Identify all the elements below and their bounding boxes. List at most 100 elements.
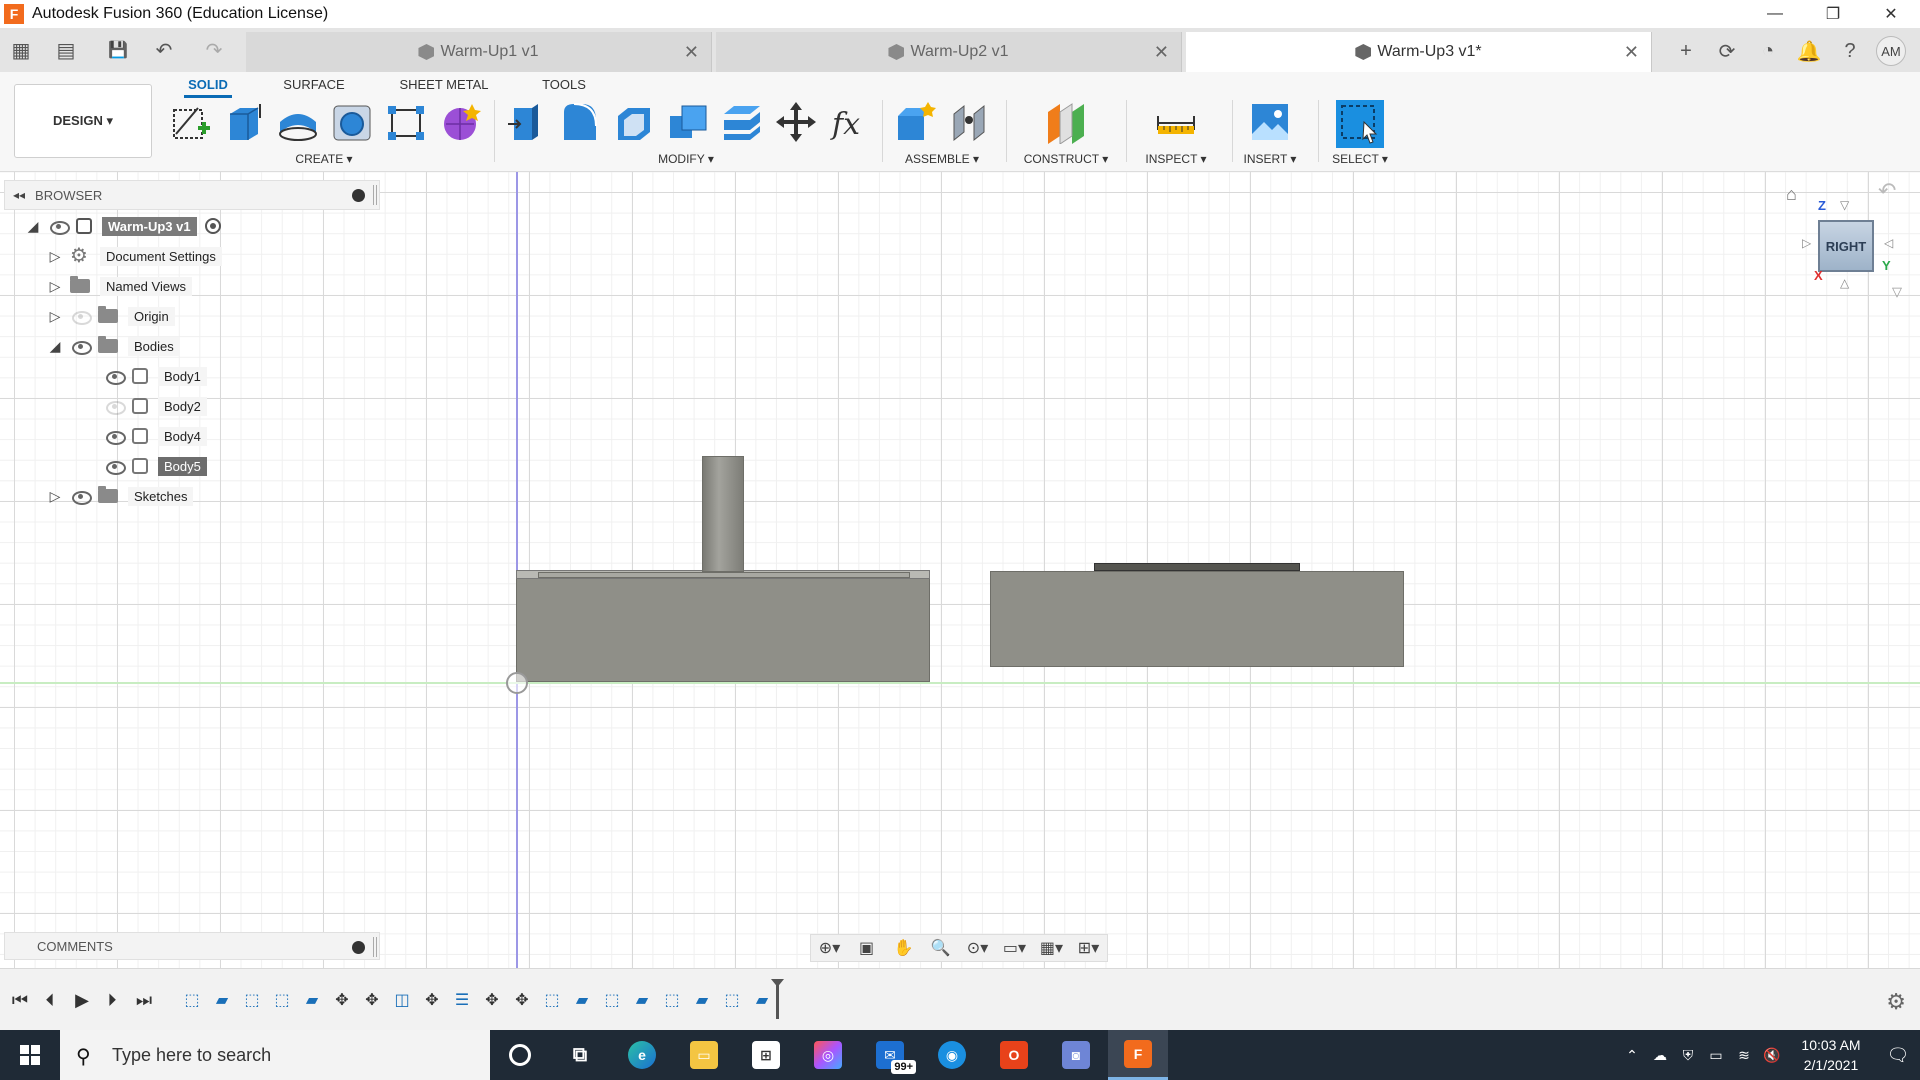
file-explorer-icon[interactable]: ▭ xyxy=(674,1030,734,1080)
arrow-right-icon[interactable]: ◁ xyxy=(1884,236,1893,250)
tree-item-document-settings[interactable]: ▷ ⚙ Document Settings xyxy=(48,244,222,268)
origin-point-icon[interactable] xyxy=(506,672,528,694)
select-group-label[interactable]: SELECT ▾ xyxy=(1332,152,1388,166)
tree-item-body2[interactable]: Body2 xyxy=(96,394,207,418)
fit-icon[interactable]: ⊙▾ xyxy=(964,938,992,958)
tree-item-sketches[interactable]: ▷ Sketches xyxy=(48,484,194,508)
activate-component-icon[interactable] xyxy=(204,218,221,234)
visibility-eye-icon[interactable] xyxy=(72,310,92,325)
pan-hand-icon[interactable]: ✋ xyxy=(890,938,918,958)
tab-solid[interactable]: SOLID xyxy=(184,74,232,98)
taskbar-search-box[interactable]: ⚲ Type here to search xyxy=(60,1030,490,1080)
viewports-icon[interactable]: ⊞▾ xyxy=(1075,938,1103,958)
assemble-group-label[interactable]: ASSEMBLE ▾ xyxy=(905,152,979,166)
add-comment-icon[interactable] xyxy=(352,941,365,954)
timeline-shell-icon[interactable]: ◫ xyxy=(390,989,414,1011)
panel-resize-grip[interactable] xyxy=(373,185,377,205)
close-window-button[interactable]: ✕ xyxy=(1862,0,1920,28)
timeline-marker-handle[interactable] xyxy=(776,983,779,1019)
zoom-icon[interactable]: 🔍 xyxy=(927,938,955,958)
timeline-first-icon[interactable]: ⏮ xyxy=(8,989,32,1011)
timeline-sketch-icon[interactable]: ⬚ xyxy=(660,989,684,1011)
select-tool-icon[interactable] xyxy=(1336,100,1384,148)
creative-cloud-icon[interactable]: ◎ xyxy=(798,1030,858,1080)
rotate-view-icon[interactable]: ↶ xyxy=(1878,178,1896,204)
timeline-sketch-icon[interactable]: ⬚ xyxy=(270,989,294,1011)
timeline-settings-gear-icon[interactable]: ⚙ xyxy=(1886,989,1906,1015)
tree-item-body4[interactable]: Body4 xyxy=(96,424,207,448)
browser-pin-icon[interactable] xyxy=(352,189,365,202)
onedrive-error-icon[interactable]: ☁ xyxy=(1646,1047,1674,1064)
new-component-icon[interactable] xyxy=(894,100,938,144)
body-cylinder[interactable] xyxy=(702,456,744,572)
joint-icon[interactable] xyxy=(948,100,992,144)
timeline-sketch-icon[interactable]: ⬚ xyxy=(240,989,264,1011)
data-panel-grid-icon[interactable]: ▦ xyxy=(8,36,34,64)
body-right-base[interactable] xyxy=(990,571,1404,667)
extensions-icon[interactable]: ⟳ xyxy=(1712,37,1742,65)
timeline-move-icon[interactable]: ✥ xyxy=(420,989,444,1011)
collapse-panel-icon[interactable]: ◂◂ xyxy=(13,188,25,202)
tree-item-bodies[interactable]: ◢ Bodies xyxy=(48,334,180,358)
tab-warm-up3[interactable]: Warm-Up3 v1* ✕ xyxy=(1186,32,1652,72)
tab-tools[interactable]: TOOLS xyxy=(536,74,592,98)
hole-icon[interactable] xyxy=(330,100,374,144)
press-pull-icon[interactable] xyxy=(504,100,548,144)
workspace-switcher-button[interactable]: DESIGN ▾ xyxy=(14,84,152,158)
close-tab-icon[interactable]: ✕ xyxy=(1624,42,1639,63)
timeline-split-icon[interactable]: ☰ xyxy=(450,989,474,1011)
mail-icon[interactable]: ✉ 99+ xyxy=(860,1030,920,1080)
microsoft-store-icon[interactable]: ⊞ xyxy=(736,1030,796,1080)
insert-canvas-image-icon[interactable] xyxy=(1248,100,1292,144)
timeline-play-icon[interactable]: ▶ xyxy=(70,989,94,1011)
user-avatar[interactable]: AM xyxy=(1876,36,1906,66)
timeline-sketch-icon[interactable]: ⬚ xyxy=(180,989,204,1011)
new-tab-icon[interactable]: + xyxy=(1671,37,1701,65)
timeline-extrude-icon[interactable]: ▰ xyxy=(210,989,234,1011)
panel-resize-grip[interactable] xyxy=(373,937,377,957)
timeline-move-icon[interactable]: ✥ xyxy=(330,989,354,1011)
create-sketch-icon[interactable] xyxy=(168,100,212,144)
visibility-eye-icon[interactable] xyxy=(106,460,126,475)
arrow-left-icon[interactable]: ▷ xyxy=(1802,236,1811,250)
move-copy-icon[interactable] xyxy=(774,100,818,144)
file-menu-icon[interactable]: ▤ xyxy=(46,36,86,64)
fusion-360-taskbar-icon[interactable]: F xyxy=(1108,1030,1168,1080)
expand-triangle-icon[interactable]: ◢ xyxy=(48,338,62,354)
look-at-icon[interactable]: ▣ xyxy=(853,938,881,958)
edge-browser-icon[interactable]: e xyxy=(612,1030,672,1080)
extrude-icon[interactable] xyxy=(222,100,266,144)
measure-icon[interactable] xyxy=(1154,100,1198,144)
volume-muted-icon[interactable]: 🔇 xyxy=(1758,1047,1786,1064)
cortana-icon[interactable] xyxy=(490,1030,550,1080)
wifi-icon[interactable]: ≋ xyxy=(1730,1047,1758,1064)
close-tab-icon[interactable]: ✕ xyxy=(1154,42,1169,63)
timeline-extrude-icon[interactable]: ▰ xyxy=(750,989,774,1011)
offset-plane-icon[interactable] xyxy=(1044,100,1088,144)
arrow-up-icon[interactable]: △ xyxy=(1840,276,1849,290)
tree-item-body1[interactable]: Body1 xyxy=(96,364,207,388)
close-tab-icon[interactable]: ✕ xyxy=(684,42,699,63)
restore-button[interactable]: ❐ xyxy=(1804,0,1862,28)
taskbar-clock[interactable]: 10:03 AM 2/1/2021 xyxy=(1786,1035,1876,1075)
tab-warm-up2[interactable]: Warm-Up2 v1 ✕ xyxy=(716,32,1182,72)
battery-icon[interactable]: ▭ xyxy=(1702,1047,1730,1064)
home-view-icon[interactable]: ⌂ xyxy=(1786,184,1797,205)
fillet-icon[interactable] xyxy=(558,100,602,144)
parameters-fx-icon[interactable]: fx xyxy=(828,100,872,144)
timeline-sketch-icon[interactable]: ⬚ xyxy=(720,989,744,1011)
body-right-top-plate[interactable] xyxy=(1094,563,1300,571)
timeline-extrude-icon[interactable]: ▰ xyxy=(570,989,594,1011)
visibility-eye-icon[interactable] xyxy=(50,220,70,235)
combine-icon[interactable] xyxy=(666,100,710,144)
timeline-next-icon[interactable]: ⏵ xyxy=(100,989,124,1011)
modify-group-label[interactable]: MODIFY ▾ xyxy=(658,152,714,166)
expand-triangle-icon[interactable]: ▷ xyxy=(48,488,62,504)
orbit-icon[interactable]: ⊕▾ xyxy=(816,938,844,958)
expand-triangle-icon[interactable]: ◢ xyxy=(26,218,40,234)
expand-triangle-icon[interactable]: ▷ xyxy=(48,308,62,324)
action-center-icon[interactable]: 🗨 xyxy=(1876,1045,1920,1066)
body-left-base[interactable] xyxy=(516,578,930,682)
viewcube-face[interactable]: RIGHT xyxy=(1818,220,1874,272)
redo-icon[interactable]: ↷ xyxy=(196,36,232,64)
